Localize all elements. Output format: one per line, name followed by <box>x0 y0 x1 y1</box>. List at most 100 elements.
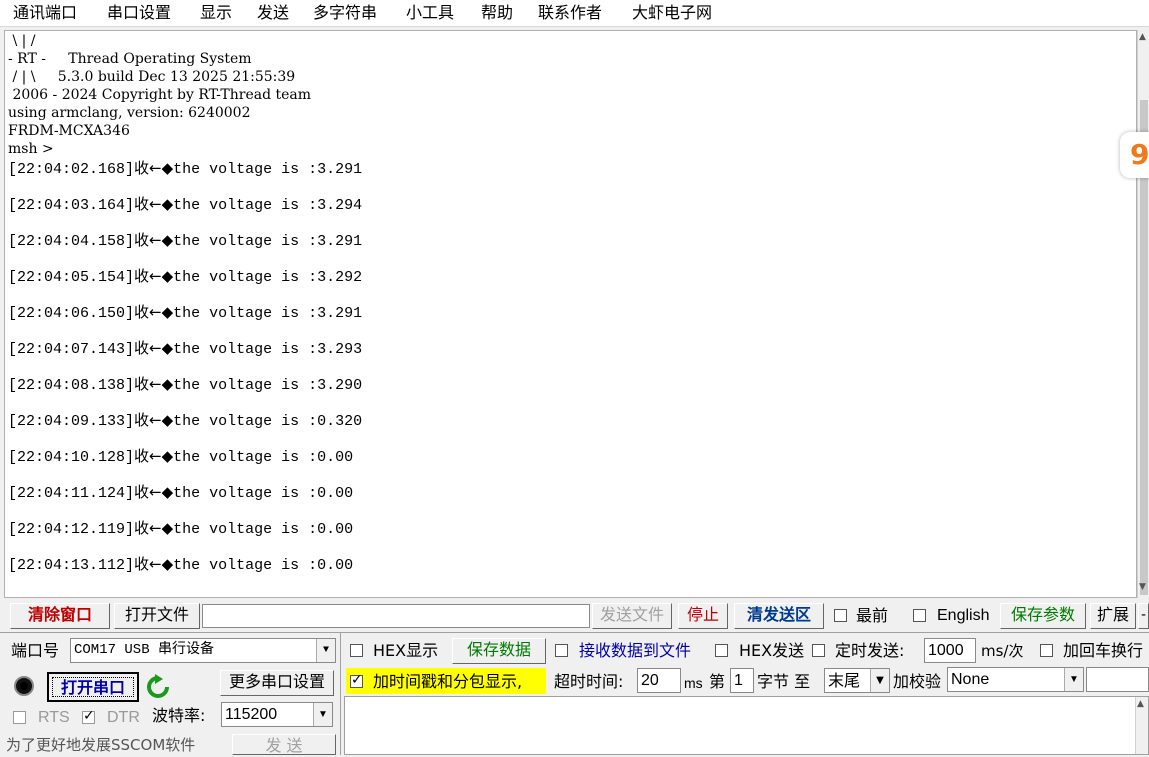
port-status-icon <box>14 676 34 696</box>
log-time: [22:04:03.164] <box>8 197 135 214</box>
end-select-value: 末尾 <box>828 671 861 690</box>
more-serial-settings-button[interactable]: 更多串口设置 <box>220 670 334 696</box>
byte-start-input[interactable]: 1 <box>730 668 754 693</box>
log-tag: 收←◆ <box>134 483 174 501</box>
log-text: the voltage is :3.291 <box>173 233 363 250</box>
log-time: [22:04:10.128] <box>8 449 135 466</box>
scroll-up-icon[interactable]: ▲ <box>1139 32 1146 42</box>
log-tag: 收←◆ <box>134 447 174 465</box>
file-path-input[interactable] <box>202 604 590 628</box>
timestamp-label: 加时间戳和分包显示, <box>373 672 523 691</box>
log-line: [22:04:13.112]收←◆the voltage is :0.00 <box>8 555 353 575</box>
log-line: [22:04:05.154]收←◆the voltage is :3.292 <box>8 267 362 287</box>
log-line: [22:04:07.143]收←◆the voltage is :3.293 <box>8 339 362 359</box>
save-data-button[interactable]: 保存数据 <box>452 638 546 664</box>
log-tag: 收←◆ <box>134 267 174 285</box>
side-widget-icon: 9 <box>1130 138 1149 171</box>
timestamp-checkbox[interactable] <box>350 672 363 688</box>
log-tag: 收←◆ <box>134 303 174 321</box>
scroll-down-icon[interactable]: ▼ <box>1139 582 1146 592</box>
menu-contact-author[interactable]: 联系作者 <box>538 2 602 24</box>
header-line: using armclang, version: 6240002 <box>8 105 251 121</box>
floating-side-widget[interactable]: 9 <box>1120 132 1149 178</box>
log-tag: 收←◆ <box>134 231 174 249</box>
send-button[interactable]: 发 送 <box>232 734 336 755</box>
scroll-up-icon[interactable]: ▲ <box>1137 699 1144 709</box>
chevron-down-icon[interactable]: ▼ <box>316 639 335 662</box>
dtr-checkbox[interactable] <box>82 708 95 724</box>
log-time: [22:04:02.168] <box>8 161 135 178</box>
expand-button[interactable]: 扩展 <box>1090 603 1136 629</box>
open-port-button[interactable]: 打开串口 <box>47 672 139 702</box>
terminal-scrollbar[interactable]: ▲ ▼ <box>1137 30 1149 598</box>
log-text: the voltage is :3.291 <box>173 305 363 322</box>
baud-rate-select[interactable]: 115200 ▼ <box>221 702 333 727</box>
log-line: [22:04:11.124]收←◆the voltage is :0.00 <box>8 483 353 503</box>
recv-to-file-checkbox[interactable] <box>555 644 568 657</box>
save-params-button[interactable]: 保存参数 <box>1000 603 1086 629</box>
log-tag: 收←◆ <box>134 555 174 573</box>
clear-send-area-button[interactable]: 清发送区 <box>734 603 824 629</box>
checksum-label: 加校验 <box>893 672 942 691</box>
checksum-select-value: None <box>951 671 990 688</box>
menu-display[interactable]: 显示 <box>200 2 232 24</box>
add-crlf-checkbox[interactable] <box>1040 644 1053 657</box>
timed-send-interval-input[interactable]: 1000 <box>924 638 976 663</box>
menu-daxia-website[interactable]: 大虾电子网 <box>632 2 712 24</box>
baud-rate-label: 波特率: <box>152 706 206 725</box>
menu-serial-settings[interactable]: 串口设置 <box>107 2 171 24</box>
log-time: [22:04:09.133] <box>8 413 135 430</box>
stop-button[interactable]: 停止 <box>678 603 728 629</box>
send-text-area[interactable]: ▲ <box>344 696 1149 755</box>
english-checkbox[interactable] <box>913 609 926 622</box>
log-tag: 收←◆ <box>134 375 174 393</box>
chevron-down-icon[interactable]: ▼ <box>870 669 889 692</box>
log-text: the voltage is :0.00 <box>173 557 354 574</box>
chevron-down-icon[interactable]: ▼ <box>313 703 332 726</box>
rts-checkbox[interactable] <box>13 711 26 724</box>
log-text: the voltage is :3.293 <box>173 341 363 358</box>
menu-send[interactable]: 发送 <box>257 2 289 24</box>
timed-send-checkbox[interactable] <box>812 644 825 657</box>
log-tag: 收←◆ <box>134 411 174 429</box>
latest-checkbox[interactable] <box>834 609 847 622</box>
hex-send-checkbox[interactable] <box>715 644 728 657</box>
chevron-down-icon[interactable]: ▼ <box>1064 668 1083 691</box>
refresh-icon[interactable] <box>145 674 171 700</box>
end-select[interactable]: 末尾 ▼ <box>824 668 890 693</box>
menu-help[interactable]: 帮助 <box>481 2 513 24</box>
port-select-value: COM17 USB 串行设备 <box>74 642 215 658</box>
clear-window-button[interactable]: 清除窗口 <box>10 603 110 629</box>
log-line: [22:04:06.150]收←◆the voltage is :3.291 <box>8 303 362 323</box>
log-text: the voltage is :3.292 <box>173 269 363 286</box>
log-tag: 收←◆ <box>134 195 174 213</box>
extra-field[interactable] <box>1086 667 1149 692</box>
port-select[interactable]: COM17 USB 串行设备 ▼ <box>70 638 336 663</box>
menu-multi-string[interactable]: 多字符串 <box>313 2 377 24</box>
send-file-button[interactable]: 发送文件 <box>592 603 672 629</box>
log-line: [22:04:04.158]收←◆the voltage is :3.291 <box>8 231 362 251</box>
log-time: [22:04:05.154] <box>8 269 135 286</box>
rts-label: RTS <box>38 709 70 726</box>
checksum-select[interactable]: None ▼ <box>947 667 1084 692</box>
menu-comm-port[interactable]: 通讯端口 <box>13 2 77 24</box>
collapse-button[interactable]: - <box>1138 603 1149 629</box>
hex-display-checkbox[interactable] <box>350 644 363 657</box>
timeout-input[interactable]: 20 <box>637 668 681 693</box>
menu-tools[interactable]: 小工具 <box>406 2 454 24</box>
header-line: / | \ 5.3.0 build Dec 13 2025 21:55:39 <box>8 69 296 85</box>
timeout-unit: ms <box>684 675 703 691</box>
hex-display-label: HEX显示 <box>373 641 439 660</box>
receive-terminal[interactable]: \ | / - RT - Thread Operating System / |… <box>4 30 1137 598</box>
menu-bar: 通讯端口 串口设置 显示 发送 多字符串 小工具 帮助 联系作者 大虾电子网 <box>0 0 1149 27</box>
divider <box>340 633 341 755</box>
recv-to-file-label: 接收数据到文件 <box>579 641 692 660</box>
send-area-scrollbar[interactable]: ▲ <box>1135 697 1148 754</box>
open-file-button[interactable]: 打开文件 <box>114 603 200 629</box>
log-line: [22:04:09.133]收←◆the voltage is :0.320 <box>8 411 362 431</box>
header-line: FRDM-MCXA346 <box>8 123 130 139</box>
log-line: [22:04:12.119]收←◆the voltage is :0.00 <box>8 519 353 539</box>
open-port-label: 打开串口 <box>52 677 134 697</box>
timeout-label: 超时时间: <box>554 672 624 691</box>
log-time: [22:04:07.143] <box>8 341 135 358</box>
